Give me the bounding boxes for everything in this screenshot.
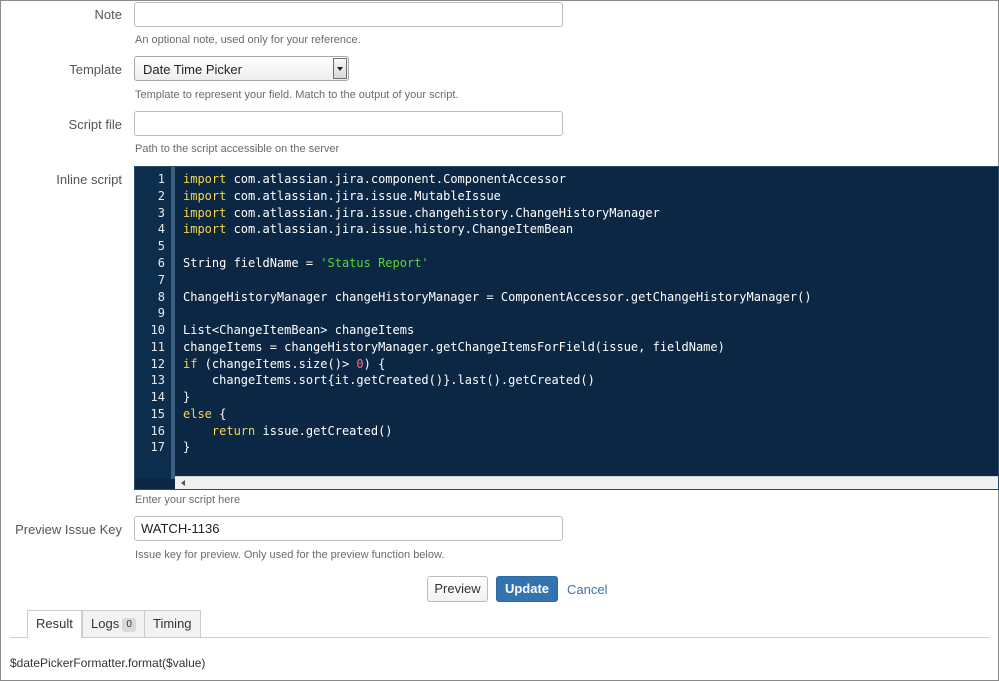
code-line: }: [183, 390, 191, 404]
line-number: 7: [157, 273, 165, 287]
line-number: 10: [150, 323, 165, 337]
horizontal-scrollbar[interactable]: [175, 476, 998, 489]
code-line: changeItems = changeHistoryManager.getCh…: [183, 340, 725, 354]
script-file-input[interactable]: [134, 111, 563, 136]
line-number: 9: [157, 306, 165, 320]
code-line: changeItems.sort{it.getCreated()}.last()…: [183, 373, 595, 387]
note-hint: An optional note, used only for your ref…: [135, 34, 361, 46]
cancel-link[interactable]: Cancel: [567, 582, 607, 597]
result-tabs: Result Logs 0 Timing: [10, 610, 989, 638]
inline-script-label: Inline script: [56, 172, 122, 187]
tab-timing-label: Timing: [153, 616, 192, 631]
code-line: ChangeHistoryManager changeHistoryManage…: [183, 290, 812, 304]
update-button[interactable]: Update: [496, 576, 558, 602]
line-number: 16: [150, 424, 165, 438]
note-label: Note: [94, 7, 122, 22]
preview-issue-key-label: Preview Issue Key: [15, 522, 122, 537]
code-line: import com.atlassian.jira.issue.MutableI…: [183, 189, 501, 203]
line-number: 5: [157, 239, 165, 253]
code-line: }: [183, 440, 191, 454]
chevron-down-icon[interactable]: [333, 58, 347, 79]
code-line: import com.atlassian.jira.issue.history.…: [183, 222, 574, 236]
line-number: 14: [150, 390, 165, 404]
script-file-hint: Path to the script accessible on the ser…: [135, 143, 340, 155]
inline-script-hint: Enter your script here: [135, 494, 241, 506]
line-number: 1: [157, 172, 165, 186]
line-number: 15: [150, 407, 165, 421]
code-line: if (changeItems.size()> 0) {: [183, 357, 386, 371]
tab-result[interactable]: Result: [27, 610, 82, 638]
code-line: import com.atlassian.jira.issue.changehi…: [183, 206, 660, 220]
tab-logs-label: Logs: [91, 616, 120, 631]
line-number: 13: [150, 373, 165, 387]
code-line: List<ChangeItemBean> changeItems: [183, 323, 415, 337]
scroll-left-icon[interactable]: [181, 480, 185, 486]
result-output: $datePickerFormatter.format($value): [10, 656, 206, 670]
template-selected-value: Date Time Picker: [143, 62, 242, 77]
tab-result-label: Result: [36, 616, 73, 631]
code-editor[interactable]: 1 2 3 4 5 6 7 8 9 10 11 12 13 14 15 16 1…: [134, 166, 999, 490]
line-number: 6: [157, 256, 165, 270]
code-line: import com.atlassian.jira.component.Comp…: [183, 172, 566, 186]
preview-issue-key-hint: Issue key for preview. Only used for the…: [135, 549, 445, 561]
template-select[interactable]: Date Time Picker: [134, 56, 349, 81]
preview-issue-key-input[interactable]: [134, 516, 563, 541]
line-number: 11: [150, 340, 165, 354]
line-number: 4: [157, 222, 165, 236]
tab-timing[interactable]: Timing: [144, 610, 201, 637]
tab-logs[interactable]: Logs 0: [82, 610, 146, 637]
line-number-gutter: 1 2 3 4 5 6 7 8 9 10 11 12 13 14 15 16 1…: [135, 167, 175, 479]
line-number: 12: [150, 357, 165, 371]
code-line: return issue.getCreated(): [211, 424, 393, 438]
line-number: 2: [157, 189, 165, 203]
line-number: 3: [157, 206, 165, 220]
template-hint: Template to represent your field. Match …: [135, 89, 459, 101]
note-input[interactable]: [134, 2, 563, 27]
code-line: String fieldName = 'Status Report': [183, 256, 429, 270]
line-number: 17: [150, 440, 165, 454]
line-number: 8: [157, 290, 165, 304]
script-file-label: Script file: [68, 117, 122, 132]
logs-count-badge: 0: [122, 618, 137, 632]
template-label: Template: [69, 62, 122, 77]
preview-button[interactable]: Preview: [427, 576, 488, 602]
code-line: else {: [183, 407, 227, 421]
